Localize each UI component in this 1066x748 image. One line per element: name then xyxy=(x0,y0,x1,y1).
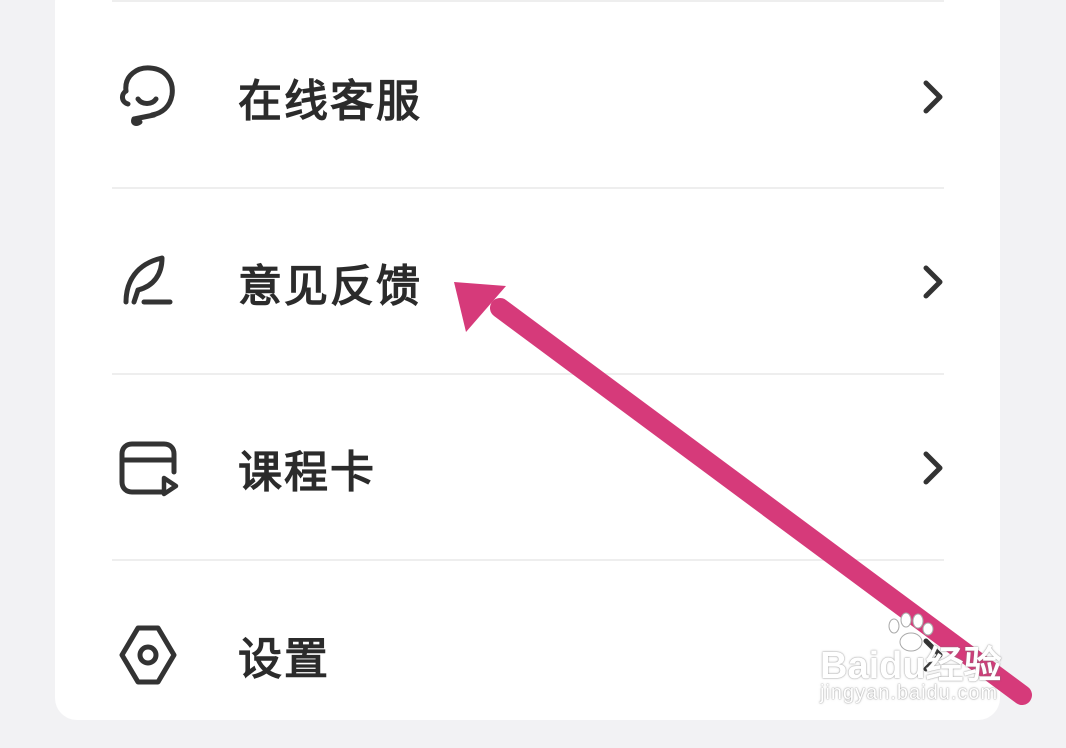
menu-item-online-service[interactable]: 在线客服 xyxy=(55,4,1000,190)
watermark-url: jingyan.baidu.com xyxy=(820,682,999,704)
course-card-icon xyxy=(119,441,179,497)
headset-icon xyxy=(120,65,175,126)
menu-item-label: 在线客服 xyxy=(238,76,422,127)
menu-item-label: 课程卡 xyxy=(238,447,376,498)
menu-item-course-card[interactable]: 课程卡 xyxy=(55,375,1000,561)
chevron-right-icon xyxy=(923,80,943,114)
divider xyxy=(112,559,944,561)
menu-item-feedback[interactable]: 意见反馈 xyxy=(55,189,1000,375)
divider xyxy=(112,0,944,2)
chevron-right-icon xyxy=(923,265,943,299)
settings-gear-icon xyxy=(119,625,177,685)
watermark-brand: Baidu经验 xyxy=(820,645,1002,687)
menu-item-label: 意见反馈 xyxy=(238,261,422,312)
chevron-right-icon xyxy=(923,451,943,485)
menu-item-label: 设置 xyxy=(238,634,330,685)
feather-pen-icon xyxy=(123,255,173,305)
baidu-watermark: Baidu经验 jingyan.baidu.com xyxy=(820,612,1040,722)
